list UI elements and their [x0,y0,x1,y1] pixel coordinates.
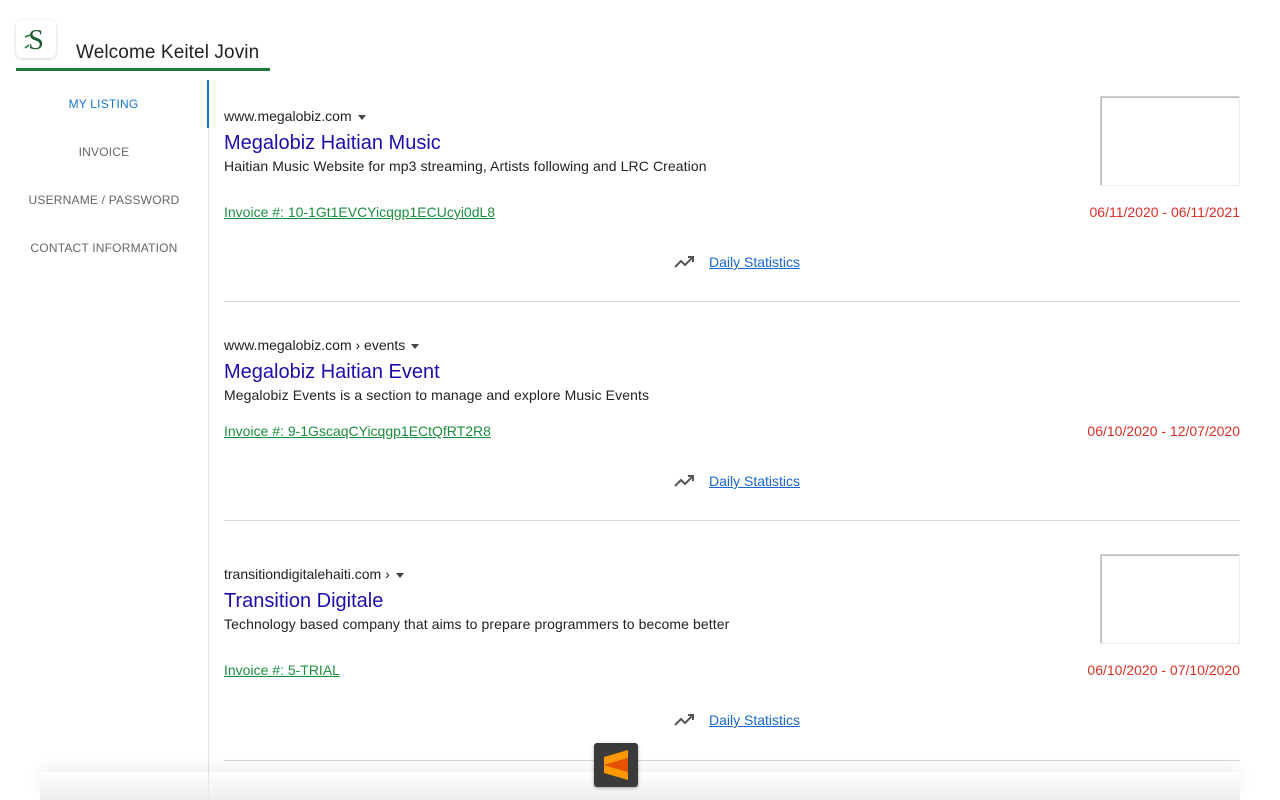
caret-down-icon[interactable] [357,114,366,120]
listing-breadcrumb[interactable]: www.megalobiz.com › events [224,337,420,353]
listing-description: Technology based company that aims to pr… [224,616,730,632]
breadcrumb-text: www.megalobiz.com [224,108,352,124]
invoice-link[interactable]: Invoice #: 10-1Gt1EVCYicqgp1ECUcyi0dL8 [224,204,495,220]
logo-s-icon: S [24,25,44,55]
listing-dates: 06/10/2020 - 12/07/2020 [1087,423,1240,439]
daily-statistics-link[interactable]: Daily Statistics [709,473,800,489]
listing-title[interactable]: Megalobiz Haitian Event [224,361,440,384]
daily-statistics-link[interactable]: Daily Statistics [709,254,800,270]
divider [224,520,1240,521]
listing-title[interactable]: Transition Digitale [224,590,383,613]
trending-up-icon [674,256,694,268]
listing-thumbnail [1100,554,1240,644]
sublime-text-icon[interactable] [594,743,638,787]
welcome-text: Welcome Keitel Jovin [76,42,260,63]
listing-title[interactable]: Megalobiz Haitian Music [224,132,441,155]
listing-dates: 06/10/2020 - 07/10/2020 [1087,662,1240,678]
trending-up-icon [674,475,694,487]
listing-card: www.megalobiz.com › events Megalobiz Hai… [224,329,1240,559]
daily-statistics-link[interactable]: Daily Statistics [709,712,800,728]
listing-breadcrumb[interactable]: transitiondigitalehaiti.com › [224,566,404,582]
sidebar-item-my-listing[interactable]: MY LISTING [0,80,209,128]
divider [224,301,1240,302]
sidebar-item-contact-information[interactable]: CONTACT INFORMATION [0,224,208,272]
trending-up-icon [674,714,694,726]
listing-description: Haitian Music Website for mp3 streaming,… [224,158,707,174]
sidebar-item-username-password[interactable]: USERNAME / PASSWORD [0,176,208,224]
bottom-fade [40,772,1240,800]
page: S Welcome Keitel Jovin MY LISTING INVOIC… [0,0,1280,800]
sidebar-item-invoice[interactable]: INVOICE [0,128,208,176]
header: S Welcome Keitel Jovin [16,20,270,72]
caret-down-icon[interactable] [395,572,404,578]
header-underline [16,68,270,71]
listing-thumbnail [1100,96,1240,186]
listing-card: transitiondigitalehaiti.com › Transition… [224,554,1240,788]
sidebar: MY LISTING INVOICE USERNAME / PASSWORD C… [0,80,209,800]
divider [224,760,1240,761]
invoice-link[interactable]: Invoice #: 9-1GscaqCYicqgp1ECtQfRT2R8 [224,423,491,439]
listing-card: www.megalobiz.com Megalobiz Haitian Musi… [224,96,1241,330]
caret-down-icon[interactable] [411,343,420,349]
breadcrumb-text: www.megalobiz.com › events [224,337,406,353]
invoice-link[interactable]: Invoice #: 5-TRIAL [224,662,340,678]
listing-dates: 06/11/2020 - 06/11/2021 [1089,204,1241,220]
listing-breadcrumb[interactable]: www.megalobiz.com [224,108,366,124]
sublime-logo-icon [604,750,628,780]
site-logo[interactable]: S [16,20,56,58]
listing-description: Megalobiz Events is a section to manage … [224,387,650,403]
breadcrumb-text: transitiondigitalehaiti.com › [224,566,390,582]
svg-text:S: S [28,25,44,55]
